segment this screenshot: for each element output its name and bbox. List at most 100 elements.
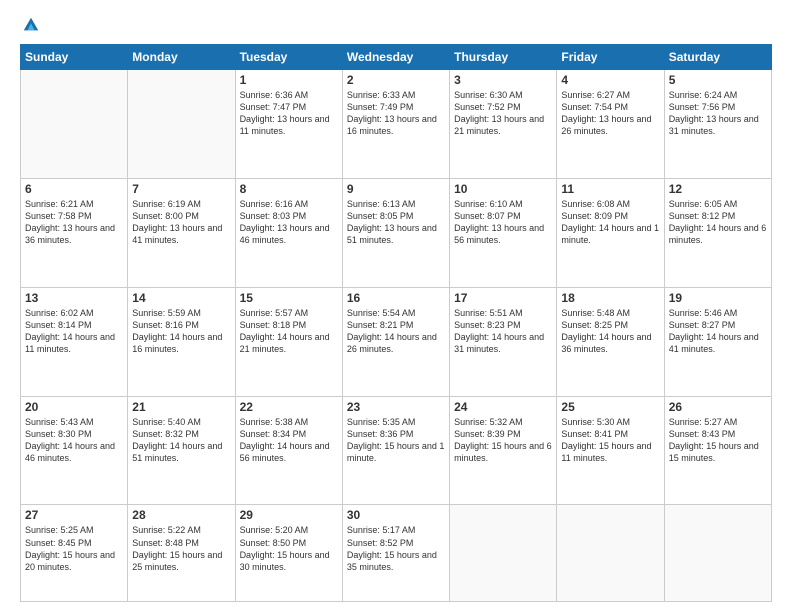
day-number: 28 bbox=[132, 508, 230, 522]
calendar-cell: 2 Sunrise: 6:33 AM Sunset: 7:49 PM Daylig… bbox=[342, 70, 449, 179]
day-info: Sunrise: 5:25 AM Sunset: 8:45 PM Dayligh… bbox=[25, 524, 123, 573]
day-info: Sunrise: 5:48 AM Sunset: 8:25 PM Dayligh… bbox=[561, 307, 659, 356]
day-info: Sunrise: 6:19 AM Sunset: 8:00 PM Dayligh… bbox=[132, 198, 230, 247]
day-info: Sunrise: 5:57 AM Sunset: 8:18 PM Dayligh… bbox=[240, 307, 338, 356]
day-info: Sunrise: 5:51 AM Sunset: 8:23 PM Dayligh… bbox=[454, 307, 552, 356]
calendar-table: SundayMondayTuesdayWednesdayThursdayFrid… bbox=[20, 44, 772, 602]
calendar-cell: 3 Sunrise: 6:30 AM Sunset: 7:52 PM Daylig… bbox=[450, 70, 557, 179]
day-number: 15 bbox=[240, 291, 338, 305]
calendar-cell: 15 Sunrise: 5:57 AM Sunset: 8:18 PM Dayli… bbox=[235, 287, 342, 396]
day-info: Sunrise: 6:27 AM Sunset: 7:54 PM Dayligh… bbox=[561, 89, 659, 138]
calendar-cell bbox=[664, 505, 771, 602]
calendar-cell: 28 Sunrise: 5:22 AM Sunset: 8:48 PM Dayli… bbox=[128, 505, 235, 602]
calendar-cell: 21Sunrise: 5:40 AM Sunset: 8:32 PM Dayli… bbox=[128, 396, 235, 505]
calendar-week-2: 6 Sunrise: 6:21 AM Sunset: 7:58 PM Daylig… bbox=[21, 178, 772, 287]
calendar-week-3: 13 Sunrise: 6:02 AM Sunset: 8:14 PM Dayli… bbox=[21, 287, 772, 396]
calendar-cell: 16Sunrise: 5:54 AM Sunset: 8:21 PM Dayli… bbox=[342, 287, 449, 396]
day-info: Sunrise: 5:40 AM Sunset: 8:32 PM Dayligh… bbox=[132, 416, 230, 465]
calendar-cell: 20 Sunrise: 5:43 AM Sunset: 8:30 PM Dayli… bbox=[21, 396, 128, 505]
col-header-sunday: Sunday bbox=[21, 45, 128, 70]
day-info: Sunrise: 5:35 AM Sunset: 8:36 PM Dayligh… bbox=[347, 416, 445, 465]
calendar-cell bbox=[21, 70, 128, 179]
calendar-cell: 12 Sunrise: 6:05 AM Sunset: 8:12 PM Dayli… bbox=[664, 178, 771, 287]
day-number: 13 bbox=[25, 291, 123, 305]
day-number: 17 bbox=[454, 291, 552, 305]
day-info: Sunrise: 5:46 AM Sunset: 8:27 PM Dayligh… bbox=[669, 307, 767, 356]
day-number: 12 bbox=[669, 182, 767, 196]
calendar-cell: 10Sunrise: 6:10 AM Sunset: 8:07 PM Dayli… bbox=[450, 178, 557, 287]
day-info: Sunrise: 6:16 AM Sunset: 8:03 PM Dayligh… bbox=[240, 198, 338, 247]
calendar-cell: 11Sunrise: 6:08 AM Sunset: 8:09 PM Dayli… bbox=[557, 178, 664, 287]
col-header-monday: Monday bbox=[128, 45, 235, 70]
day-info: Sunrise: 6:13 AM Sunset: 8:05 PM Dayligh… bbox=[347, 198, 445, 247]
day-info: Sunrise: 6:02 AM Sunset: 8:14 PM Dayligh… bbox=[25, 307, 123, 356]
calendar-cell: 17 Sunrise: 5:51 AM Sunset: 8:23 PM Dayli… bbox=[450, 287, 557, 396]
calendar-week-5: 27 Sunrise: 5:25 AM Sunset: 8:45 PM Dayli… bbox=[21, 505, 772, 602]
calendar-cell: 30Sunrise: 5:17 AM Sunset: 8:52 PM Dayli… bbox=[342, 505, 449, 602]
day-number: 18 bbox=[561, 291, 659, 305]
calendar-week-1: 1 Sunrise: 6:36 AM Sunset: 7:47 PM Daylig… bbox=[21, 70, 772, 179]
logo-icon bbox=[22, 16, 40, 34]
col-header-friday: Friday bbox=[557, 45, 664, 70]
day-number: 23 bbox=[347, 400, 445, 414]
day-number: 10 bbox=[454, 182, 552, 196]
col-header-tuesday: Tuesday bbox=[235, 45, 342, 70]
day-info: Sunrise: 6:36 AM Sunset: 7:47 PM Dayligh… bbox=[240, 89, 338, 138]
calendar-cell bbox=[557, 505, 664, 602]
day-info: Sunrise: 5:59 AM Sunset: 8:16 PM Dayligh… bbox=[132, 307, 230, 356]
calendar-cell: 26 Sunrise: 5:27 AM Sunset: 8:43 PM Dayli… bbox=[664, 396, 771, 505]
calendar-cell: 5 Sunrise: 6:24 AM Sunset: 7:56 PM Daylig… bbox=[664, 70, 771, 179]
day-number: 20 bbox=[25, 400, 123, 414]
calendar-cell bbox=[128, 70, 235, 179]
calendar-cell: 14 Sunrise: 5:59 AM Sunset: 8:16 PM Dayli… bbox=[128, 287, 235, 396]
day-info: Sunrise: 6:21 AM Sunset: 7:58 PM Dayligh… bbox=[25, 198, 123, 247]
day-number: 8 bbox=[240, 182, 338, 196]
day-info: Sunrise: 6:24 AM Sunset: 7:56 PM Dayligh… bbox=[669, 89, 767, 138]
day-number: 7 bbox=[132, 182, 230, 196]
calendar-cell: 9 Sunrise: 6:13 AM Sunset: 8:05 PM Daylig… bbox=[342, 178, 449, 287]
day-number: 25 bbox=[561, 400, 659, 414]
day-info: Sunrise: 6:33 AM Sunset: 7:49 PM Dayligh… bbox=[347, 89, 445, 138]
day-number: 19 bbox=[669, 291, 767, 305]
day-info: Sunrise: 6:30 AM Sunset: 7:52 PM Dayligh… bbox=[454, 89, 552, 138]
day-info: Sunrise: 6:05 AM Sunset: 8:12 PM Dayligh… bbox=[669, 198, 767, 247]
calendar-cell bbox=[450, 505, 557, 602]
col-header-thursday: Thursday bbox=[450, 45, 557, 70]
day-number: 3 bbox=[454, 73, 552, 87]
col-header-saturday: Saturday bbox=[664, 45, 771, 70]
calendar-week-4: 20 Sunrise: 5:43 AM Sunset: 8:30 PM Dayli… bbox=[21, 396, 772, 505]
day-info: Sunrise: 5:20 AM Sunset: 8:50 PM Dayligh… bbox=[240, 524, 338, 573]
day-number: 24 bbox=[454, 400, 552, 414]
logo bbox=[20, 16, 40, 34]
day-info: Sunrise: 5:43 AM Sunset: 8:30 PM Dayligh… bbox=[25, 416, 123, 465]
day-info: Sunrise: 5:27 AM Sunset: 8:43 PM Dayligh… bbox=[669, 416, 767, 465]
col-header-wednesday: Wednesday bbox=[342, 45, 449, 70]
day-number: 1 bbox=[240, 73, 338, 87]
day-number: 16 bbox=[347, 291, 445, 305]
calendar-cell: 13 Sunrise: 6:02 AM Sunset: 8:14 PM Dayli… bbox=[21, 287, 128, 396]
day-number: 5 bbox=[669, 73, 767, 87]
day-number: 30 bbox=[347, 508, 445, 522]
day-info: Sunrise: 5:22 AM Sunset: 8:48 PM Dayligh… bbox=[132, 524, 230, 573]
day-number: 11 bbox=[561, 182, 659, 196]
day-number: 4 bbox=[561, 73, 659, 87]
calendar-cell: 27 Sunrise: 5:25 AM Sunset: 8:45 PM Dayli… bbox=[21, 505, 128, 602]
page: SundayMondayTuesdayWednesdayThursdayFrid… bbox=[0, 0, 792, 612]
day-number: 29 bbox=[240, 508, 338, 522]
day-number: 27 bbox=[25, 508, 123, 522]
calendar-cell: 23 Sunrise: 5:35 AM Sunset: 8:36 PM Dayli… bbox=[342, 396, 449, 505]
calendar-cell: 6 Sunrise: 6:21 AM Sunset: 7:58 PM Daylig… bbox=[21, 178, 128, 287]
calendar-cell: 18 Sunrise: 5:48 AM Sunset: 8:25 PM Dayli… bbox=[557, 287, 664, 396]
calendar-cell: 29 Sunrise: 5:20 AM Sunset: 8:50 PM Dayli… bbox=[235, 505, 342, 602]
day-number: 14 bbox=[132, 291, 230, 305]
day-number: 22 bbox=[240, 400, 338, 414]
header bbox=[20, 16, 772, 34]
day-info: Sunrise: 5:32 AM Sunset: 8:39 PM Dayligh… bbox=[454, 416, 552, 465]
calendar-cell: 4 Sunrise: 6:27 AM Sunset: 7:54 PM Daylig… bbox=[557, 70, 664, 179]
day-number: 6 bbox=[25, 182, 123, 196]
calendar-cell: 7 Sunrise: 6:19 AM Sunset: 8:00 PM Daylig… bbox=[128, 178, 235, 287]
day-number: 9 bbox=[347, 182, 445, 196]
day-number: 2 bbox=[347, 73, 445, 87]
calendar-cell: 8 Sunrise: 6:16 AM Sunset: 8:03 PM Daylig… bbox=[235, 178, 342, 287]
day-number: 26 bbox=[669, 400, 767, 414]
